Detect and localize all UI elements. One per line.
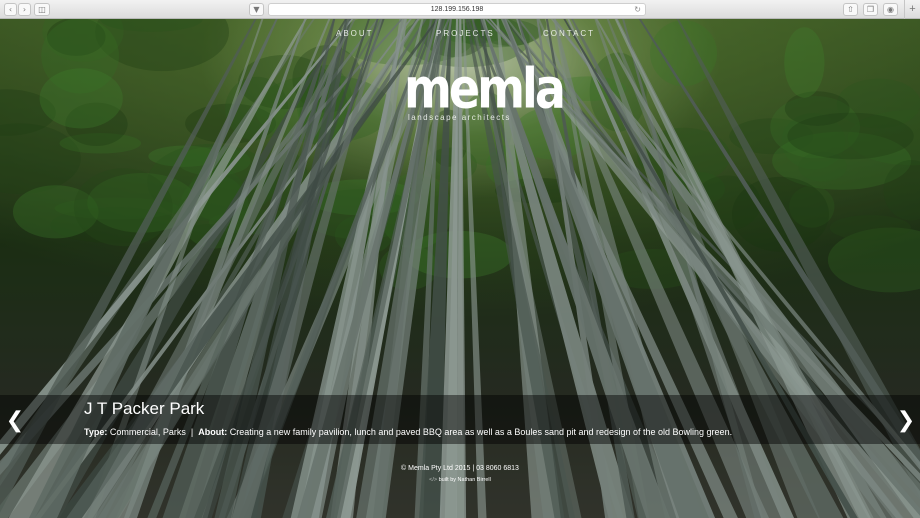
forward-button[interactable]: › [18, 3, 31, 16]
memla-logo[interactable]: memla landscape architects [404, 51, 566, 125]
site-footer: © Memla Pty Ltd 2015 | 03 8060 6813 </> … [0, 465, 920, 483]
nav-contact[interactable]: CONTACT [543, 29, 595, 38]
address-bar[interactable]: 128.199.156.198 ↻ [268, 3, 646, 16]
copyright-text: © Memla Pty Ltd 2015 | 03 8060 6813 [401, 465, 519, 472]
built-by-link[interactable]: built by Nathan Birrell [439, 477, 491, 483]
main-nav: ABOUT PROJECTS CONTACT [0, 29, 920, 43]
back-button[interactable]: ‹ [4, 3, 17, 16]
hero-slideshow: ABOUT PROJECTS CONTACT memla landscape a… [0, 19, 920, 518]
logo-tagline: landscape architects [408, 113, 511, 122]
download-button[interactable]: ◉ [883, 3, 898, 16]
about-label: About: [198, 427, 228, 437]
browser-toolbar: ‹ › ◫ ▼ 128.199.156.198 ↻ ⇧ ❐ ◉ + [0, 0, 920, 19]
reload-icon[interactable]: ↻ [634, 4, 641, 16]
nav-about[interactable]: ABOUT [336, 29, 374, 38]
slide-meta: Type: Commercial, Parks | About: Creatin… [84, 427, 732, 437]
type-value: Commercial, Parks [109, 427, 186, 437]
next-slide-button[interactable]: ❯ [896, 409, 916, 433]
chevron-right-icon: ❯ [896, 408, 916, 433]
nav-projects[interactable]: PROJECTS [436, 29, 495, 38]
url-text: 128.199.156.198 [430, 6, 484, 13]
share-button[interactable]: ⇧ [843, 3, 858, 16]
code-icon: </> [429, 477, 438, 483]
shield-icon[interactable]: ▼ [249, 3, 264, 16]
about-value: Creating a new family pavilion, lunch an… [229, 427, 733, 437]
built-by-line: </> built by Nathan Birrell [0, 477, 920, 483]
tabs-button[interactable]: ❐ [863, 3, 878, 16]
type-label: Type: [84, 427, 108, 437]
slide-caption: J T Packer Park Type: Commercial, Parks … [0, 395, 920, 444]
meta-separator: | [190, 427, 194, 437]
chevron-left-icon: ❮ [5, 408, 25, 433]
new-tab-button[interactable]: + [904, 0, 920, 19]
prev-slide-button[interactable]: ❮ [5, 409, 25, 433]
sidebar-button[interactable]: ◫ [34, 3, 50, 16]
slide-title: J T Packer Park [84, 399, 205, 418]
